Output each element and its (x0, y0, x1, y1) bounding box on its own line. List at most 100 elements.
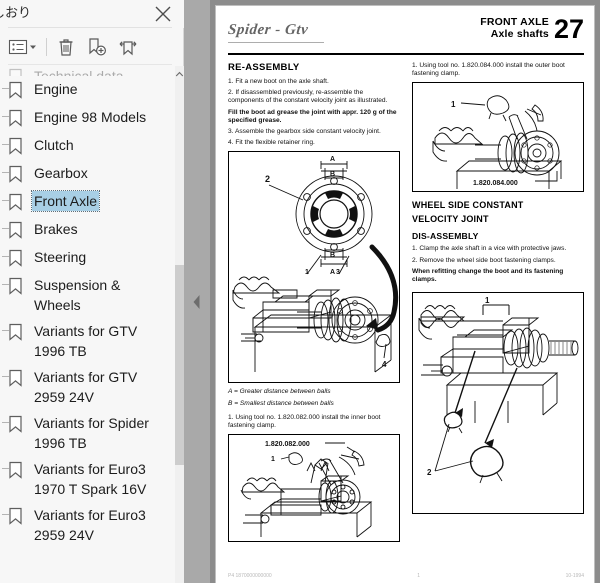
bookmark-item-label: Variants for GTV 2959 24V (34, 369, 138, 405)
toolbar-divider (46, 38, 47, 56)
bookmark-item-label: Variants for Euro3 2959 24V (34, 507, 146, 543)
document-page: Spider - Gtv FRONT AXLE Axle shafts 27 R… (216, 6, 594, 583)
reassembly-step-3: 3. Assemble the gearbox side constant ve… (228, 128, 381, 136)
section-header: FRONT AXLE Axle shafts 27 (480, 14, 584, 44)
footer-left: P4 1870000000000 (228, 573, 272, 579)
figure-cv-joint-drawing: 2 1 3 4 A B B A (232, 156, 399, 373)
reassembly-heading: RE-ASSEMBLY (228, 62, 300, 73)
bookmark-item-clutch[interactable]: Clutch (0, 132, 184, 160)
bookmark-panel-title: しおり (0, 6, 32, 21)
svg-text:4: 4 (382, 360, 387, 369)
bookmark-item-variants-for-gtv-1996-tb[interactable]: Variants for GTV 1996 TB (0, 318, 184, 364)
bookmark-item-variants-for-euro3-1970-t-spark-16v[interactable]: Variants for Euro3 1970 T Spark 16V (0, 456, 184, 502)
bookmark-list[interactable]: Technical data Engine Engine 98 Models Clut… (0, 66, 184, 583)
bookmark-icon (8, 221, 28, 241)
section-number: 27 (553, 14, 584, 44)
bookmark-item-variants-for-euro3-2959-24v[interactable]: Variants for Euro3 2959 24V (0, 502, 184, 548)
header-rule (228, 53, 584, 55)
new-bookmark-icon[interactable] (81, 33, 113, 61)
bookmark-icon (8, 277, 28, 297)
tool-code-outer: 1.820.084.000 (473, 180, 518, 187)
bookmark-icon (8, 68, 28, 76)
section-subtitle: Axle shafts (490, 28, 549, 40)
footer-right: 10-1994 (565, 573, 584, 579)
svg-text:A: A (330, 269, 335, 276)
bookmark-item-suspension-wheels[interactable]: Suspension & Wheels (0, 272, 184, 318)
bookmark-icon (8, 369, 28, 389)
bookmark-icon (8, 323, 28, 343)
footer-center: 1 (417, 573, 421, 579)
figure-inner-boot-clamp: 1 1.820.082.000 (228, 434, 400, 543)
inner-boot-clamp-step: 1. Using tool no. 1.820.082.000 install … (228, 413, 381, 430)
page-header: Spider - Gtv FRONT AXLE Axle shafts 27 (227, 14, 584, 56)
close-icon[interactable] (152, 3, 174, 25)
left-column: RE-ASSEMBLY 1. Fit a new boot on the axl… (228, 62, 400, 547)
right-column: 1. Using tool no. 1.820.084.000 install … (412, 62, 584, 519)
bookmark-toolbar (0, 30, 184, 64)
brand-underline (228, 42, 324, 43)
pdf-reader-window: しおり (0, 0, 600, 583)
disassembly-subheading: DIS-ASSEMBLY (412, 231, 479, 242)
bookmark-item-label: Gearbox (34, 165, 88, 181)
options-list-icon[interactable] (2, 33, 44, 61)
bookmark-item-variants-for-spider-1996-tb[interactable]: Variants for Spider 1996 TB (0, 410, 184, 456)
svg-text:2: 2 (427, 468, 432, 477)
figure-outer-boot-clamp: 1 1.820.084.000 (412, 82, 584, 193)
figure-outer-clamp-drawing: 1 1.820.084.000 (432, 95, 563, 190)
scroll-up-icon[interactable] (175, 66, 184, 82)
bookmark-item-label: Clutch (34, 137, 74, 153)
page-footer: P4 1870000000000 1 10-1994 (228, 572, 584, 580)
bookmark-icon (8, 165, 28, 185)
svg-text:1: 1 (451, 100, 456, 109)
section-title: FRONT AXLE (480, 16, 549, 28)
bookmark-item-gearbox[interactable]: Gearbox (0, 160, 184, 188)
figure-disassembly-drawing: 1 2 (418, 296, 579, 484)
bookmark-icon (8, 415, 28, 435)
bookmark-item-engine[interactable]: Engine (0, 76, 184, 104)
brand-logo: Spider - Gtv (227, 22, 310, 38)
reassembly-step-1: 1. Fit a new boot on the axle shaft. (228, 78, 329, 85)
header-divider (8, 27, 172, 28)
bookmark-icon (8, 137, 28, 157)
reassembly-bold-note: Fill the boot ad grease the joint with a… (228, 108, 397, 124)
bookmark-item-label: Variants for Spider 1996 TB (34, 415, 149, 451)
bookmark-item-front-axle[interactable]: Front Axle (0, 188, 184, 216)
bookmark-item-label: Variants for GTV 1996 TB (34, 323, 138, 359)
figure-inner-clamp-drawing: 1 1.820.082.000 (240, 441, 373, 538)
disassembly-step-1: 1. Clamp the axle shaft in a vice with p… (412, 245, 567, 253)
svg-text:B: B (330, 171, 335, 178)
tool-code-inner: 1.820.082.000 (265, 441, 310, 448)
expand-bookmark-icon[interactable] (113, 33, 145, 61)
bookmark-item-label: Brakes (34, 221, 78, 237)
svg-text:B: B (330, 252, 335, 259)
legend-b: B = Smallest distance between balls (228, 399, 334, 407)
disassembly-bold-note: When refitting change the boot and its f… (412, 267, 564, 284)
bookmark-panel: しおり (0, 0, 184, 583)
bookmark-item-steering[interactable]: Steering (0, 244, 184, 272)
bookmark-panel-header: しおり (0, 0, 184, 28)
trash-icon[interactable] (51, 33, 81, 61)
svg-text:A: A (330, 156, 335, 163)
outer-boot-clamp-step: 1. Using tool no. 1.820.084.000 install … (412, 62, 565, 78)
bookmark-icon (8, 249, 28, 269)
bookmark-item-technical-data[interactable]: Technical data (0, 66, 184, 76)
disassembly-step-2: 2. Remove the wheel side boot fastening … (412, 256, 556, 264)
bookmark-item-variants-for-gtv-2959-24v[interactable]: Variants for GTV 2959 24V (0, 364, 184, 410)
bookmark-item-brakes[interactable]: Brakes (0, 216, 184, 244)
collapse-panel-icon[interactable] (190, 290, 204, 314)
reassembly-step-4: 4. Fit the flexible retainer ring. (228, 139, 315, 147)
reassembly-step-2: 2. If disassembled previously, re-assemb… (228, 89, 388, 105)
toolbar-divider-bottom (8, 64, 172, 65)
bookmark-item-label: Steering (34, 249, 87, 265)
svg-text:2: 2 (265, 174, 270, 184)
bookmark-item-label: Engine (34, 81, 78, 97)
wheel-side-heading-line1: WHEEL SIDE CONSTANT (412, 200, 524, 211)
wheel-side-heading-line2: VELOCITY JOINT (412, 214, 489, 225)
figure-wheel-side-disassembly: 1 2 (412, 292, 584, 515)
bookmark-item-label: Technical data (34, 68, 124, 76)
bookmark-item-engine-98-models[interactable]: Engine 98 Models (0, 104, 184, 132)
bookmark-scrollbar-thumb[interactable] (175, 265, 184, 465)
figure-cv-joint-assembly: 2 1 3 4 A B B A (228, 151, 400, 384)
bookmark-icon (8, 193, 28, 213)
document-viewport[interactable]: Spider - Gtv FRONT AXLE Axle shafts 27 R… (210, 0, 600, 583)
